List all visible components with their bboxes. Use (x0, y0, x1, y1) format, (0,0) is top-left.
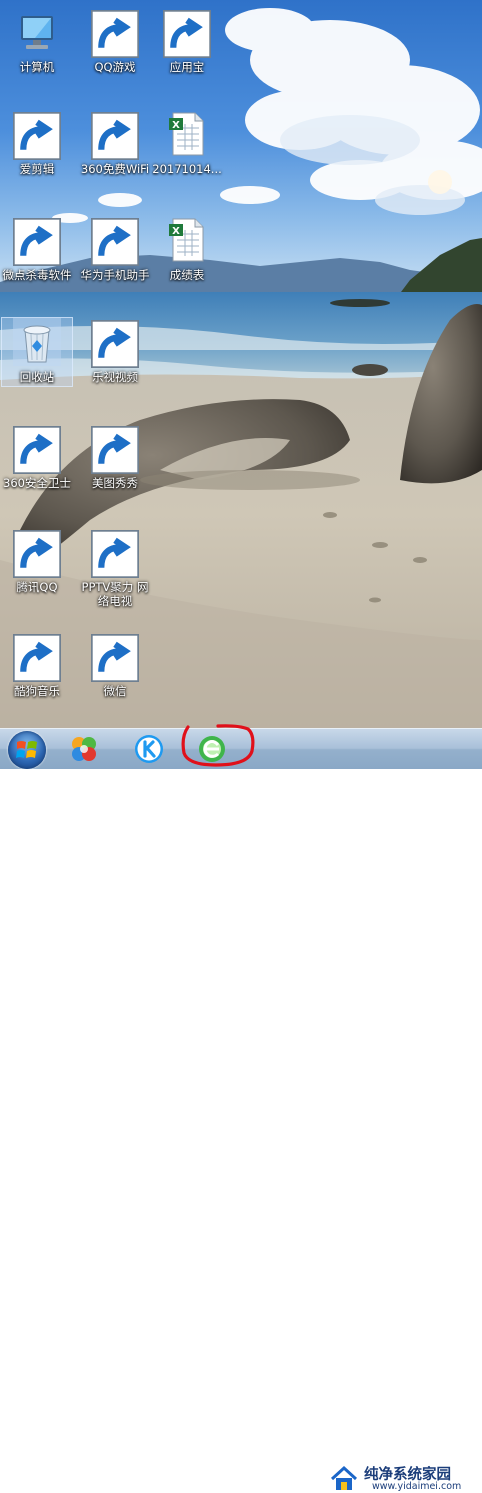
antivirus-icon (13, 216, 61, 266)
kugou-k-icon (135, 735, 163, 763)
taskbar-app-kugou[interactable] (131, 732, 167, 766)
shortcut-arrow-icon (91, 530, 139, 578)
shortcut-arrow-icon (91, 634, 139, 682)
desktop-icon-label: 360免费WiFi (80, 162, 150, 176)
shortcut-arrow-icon (91, 10, 139, 58)
aijianji-icon (13, 110, 61, 160)
desktop-icon-grade-sheet[interactable]: X 成绩表 (150, 216, 224, 282)
kugou-icon (13, 632, 61, 682)
desktop-icon-label: PPTV聚力 网络电视 (81, 580, 149, 608)
desktop-icon-label: 微点杀毒软件 (2, 268, 72, 282)
app-store-icon (163, 8, 211, 58)
start-button[interactable] (8, 731, 46, 769)
desktop-icon-label: 回收站 (19, 370, 55, 384)
taskbar: 纯净系统家园 www.yidaimei.com (0, 728, 482, 1492)
browser-e-icon (199, 736, 225, 762)
shortcut-arrow-icon (13, 218, 61, 266)
desktop-icon-pptv[interactable]: PPTV聚力 网络电视 (78, 528, 152, 608)
meitu-icon (91, 424, 139, 474)
letv-icon (91, 318, 139, 368)
desktop-icon-letv[interactable]: 乐视视频 (78, 318, 152, 384)
qq-game-icon (91, 8, 139, 58)
desktop-icon-label: 爱剪辑 (19, 162, 55, 176)
site-watermark: 纯净系统家园 www.yidaimei.com (328, 1463, 480, 1493)
desktop-icon-recycle-bin[interactable]: 回收站 (1, 317, 73, 387)
desktop-icon-label: 微信 (103, 684, 127, 698)
shortcut-arrow-icon (91, 218, 139, 266)
desktop-icon-meitu[interactable]: 美图秀秀 (78, 424, 152, 490)
desktop-icon-label: 酷狗音乐 (14, 684, 60, 698)
desktop[interactable]: 计算机 QQ游戏 应用宝 爱剪辑 360免费WiFi X 20171014...… (0, 0, 482, 728)
excel-file-icon: X (163, 216, 211, 264)
desktop-icon-app-store[interactable]: 应用宝 (150, 8, 224, 74)
desktop-icon-360-wifi[interactable]: 360免费WiFi (78, 110, 152, 176)
360-security-icon (13, 424, 61, 474)
desktop-icon-label: 20171014... (152, 162, 222, 176)
desktop-icon-label: 华为手机助手 (80, 268, 150, 282)
shortcut-arrow-icon (163, 10, 211, 58)
desktop-icon-label: 美图秀秀 (92, 476, 138, 490)
watermark-url: www.yidaimei.com (372, 1481, 462, 1492)
desktop-icon-qq-game[interactable]: QQ游戏 (78, 8, 152, 74)
desktop-icon-360-security[interactable]: 360安全卫士 (0, 424, 74, 490)
colorful-app-icon (72, 737, 96, 761)
desktop-icon-kugou[interactable]: 酷狗音乐 (0, 632, 74, 698)
pptv-icon (91, 528, 139, 578)
desktop-icon-aijianji[interactable]: 爱剪辑 (0, 110, 74, 176)
huawei-assistant-icon (91, 216, 139, 266)
wechat-icon (91, 632, 139, 682)
shortcut-arrow-icon (13, 530, 61, 578)
desktop-icon-label: 乐视视频 (92, 370, 138, 384)
desktop-icon-wechat[interactable]: 微信 (78, 632, 152, 698)
desktop-icon-weidian-antivirus[interactable]: 微点杀毒软件 (0, 216, 74, 282)
house-logo-icon (330, 1465, 358, 1490)
shortcut-arrow-icon (91, 320, 139, 368)
desktop-icon-label: QQ游戏 (94, 60, 136, 74)
wifi-icon (91, 110, 139, 160)
computer-icon (13, 8, 61, 56)
excel-file-icon: X (163, 110, 211, 158)
taskbar-app-colorful[interactable] (66, 732, 102, 766)
desktop-icon-huawei-assistant[interactable]: 华为手机助手 (78, 216, 152, 282)
shortcut-arrow-icon (13, 634, 61, 682)
desktop-icon-excel-file[interactable]: X 20171014... (150, 110, 224, 176)
shortcut-arrow-icon (13, 426, 61, 474)
start-orb-icon (16, 741, 37, 758)
svg-text:X: X (172, 120, 180, 131)
desktop-icon-label: 成绩表 (169, 268, 205, 282)
desktop-icon-computer[interactable]: 计算机 (0, 8, 74, 74)
desktop-icon-label: 360安全卫士 (3, 476, 71, 490)
shortcut-arrow-icon (91, 426, 139, 474)
shortcut-arrow-icon (13, 112, 61, 160)
shortcut-arrow-icon (91, 112, 139, 160)
svg-text:X: X (172, 226, 180, 237)
recycle-bin-icon (13, 318, 61, 366)
desktop-icon-label: 应用宝 (169, 60, 205, 74)
taskbar-app-browser[interactable] (194, 732, 230, 766)
qq-penguin-icon (13, 528, 61, 578)
desktop-icon-label: 计算机 (19, 60, 55, 74)
desktop-icon-label: 腾讯QQ (16, 580, 58, 594)
desktop-icon-tencent-qq[interactable]: 腾讯QQ (0, 528, 74, 594)
